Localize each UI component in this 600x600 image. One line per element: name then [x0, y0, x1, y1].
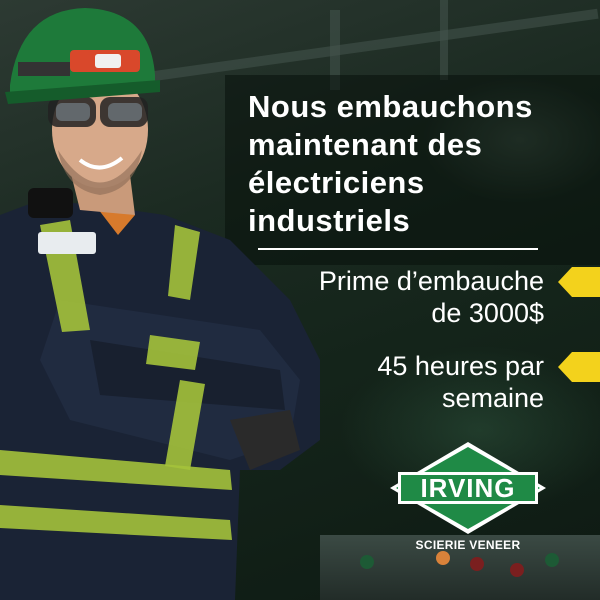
headline-line: maintenant des [248, 127, 483, 162]
headline-line: Nous embauchons [248, 89, 533, 124]
ceiling-beam [440, 0, 448, 80]
benefit-line: 45 heures par [377, 351, 544, 381]
logo-wordmark: IRVING [420, 473, 515, 503]
yellow-arrow-icon [558, 352, 600, 382]
benefit-line: semaine [441, 383, 544, 413]
console-knob [360, 555, 374, 569]
hours-per-week-text: 45 heures par semaine [377, 350, 544, 414]
irving-logo: IRVING [390, 442, 546, 534]
yellow-arrow-icon [558, 267, 600, 297]
headline-line: industriels [248, 203, 411, 238]
divider-line [258, 248, 538, 250]
console-knob [436, 551, 450, 565]
hiring-banner: Nous embauchons maintenant des électrici… [0, 0, 600, 600]
benefit-line: Prime d’embauche [318, 266, 544, 296]
headline: Nous embauchons maintenant des électrici… [248, 88, 593, 240]
console-knob [510, 563, 524, 577]
hiring-bonus-text: Prime d’embauche de 3000$ [319, 265, 544, 329]
headline-line: électriciens [248, 165, 425, 200]
mill-name: SCIERIE VENEER [415, 538, 521, 552]
console-knob [545, 553, 559, 567]
console-knob [470, 557, 484, 571]
benefit-line: de 3000$ [431, 298, 544, 328]
